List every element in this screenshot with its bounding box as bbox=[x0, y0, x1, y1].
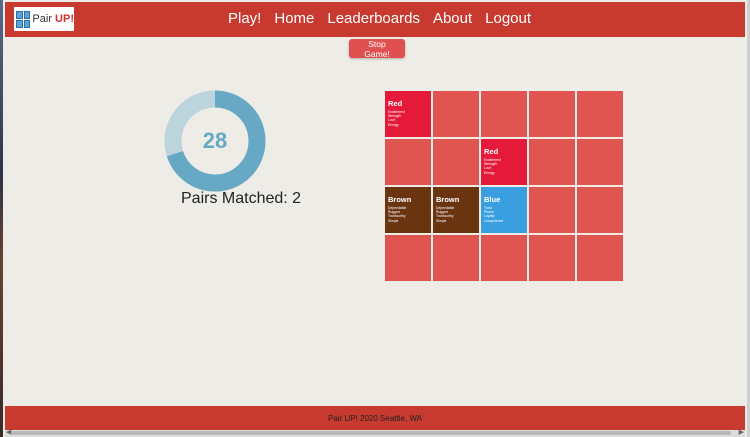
card-revealed[interactable]: Blue Trust Peace Loyalty Competence bbox=[481, 187, 527, 233]
nav-about[interactable]: About bbox=[433, 10, 472, 27]
card-hidden[interactable] bbox=[433, 139, 479, 185]
stop-game-button[interactable]: Stop Game! bbox=[349, 39, 405, 59]
card-hidden[interactable] bbox=[433, 91, 479, 137]
navbar: Pair UP! Play! Home Leaderboards About L… bbox=[5, 2, 745, 37]
card-hidden[interactable] bbox=[577, 91, 623, 137]
browser-window: Pair UP! Play! Home Leaderboards About L… bbox=[3, 0, 747, 437]
card-traits: Excitement Strength Love Energy bbox=[388, 110, 405, 127]
scrollbar-thumb[interactable] bbox=[11, 431, 731, 435]
card-traits: Excitement Strength Love Energy bbox=[484, 158, 501, 175]
card-hidden[interactable] bbox=[577, 139, 623, 185]
card-hidden[interactable] bbox=[481, 235, 527, 281]
card-title: Red bbox=[388, 99, 403, 108]
card-trait: Energy bbox=[388, 122, 399, 127]
scroll-right-icon[interactable]: ▶ bbox=[739, 428, 744, 436]
pairs-matched-label: Pairs Matched: 2 bbox=[181, 190, 302, 207]
card-trait: Simple bbox=[436, 218, 447, 223]
nav-logout[interactable]: Logout bbox=[485, 10, 531, 27]
card-hidden[interactable] bbox=[529, 187, 575, 233]
card-traits: Trust Peace Loyalty Competence bbox=[484, 206, 503, 223]
card-title: Red bbox=[484, 147, 499, 156]
card-hidden[interactable] bbox=[529, 91, 575, 137]
card-trait: Trustworthy bbox=[436, 214, 454, 219]
horizontal-scrollbar[interactable]: ◀ ▶ bbox=[5, 428, 745, 437]
card-hidden[interactable] bbox=[385, 139, 431, 185]
card-hidden[interactable] bbox=[481, 91, 527, 137]
card-traits: Dependable Rugged Trustworthy Simple bbox=[436, 206, 454, 223]
nav-links: Play! Home Leaderboards About Logout bbox=[228, 10, 531, 27]
card-hidden[interactable] bbox=[433, 235, 479, 281]
card-hidden[interactable] bbox=[385, 235, 431, 281]
timer-donut: 28 bbox=[164, 90, 266, 192]
card-title: Blue bbox=[484, 195, 501, 204]
footer-text: Pair UP! 2020 Seattle, WA bbox=[328, 413, 422, 423]
card-trait: Energy bbox=[484, 170, 495, 175]
logo-text: Pair UP! bbox=[32, 13, 74, 25]
game-board: Red Excitement Strength Love Energy Red Excite… bbox=[385, 91, 625, 282]
card-title: Brown bbox=[388, 195, 412, 204]
card-revealed[interactable]: Red Excitement Strength Love Energy bbox=[385, 91, 431, 137]
card-trait: Trustworthy bbox=[388, 214, 406, 219]
card-revealed[interactable]: Brown Dependable Rugged Trustworthy Simple bbox=[385, 187, 431, 233]
card-title: Brown bbox=[436, 195, 460, 204]
card-trait: Competence bbox=[484, 218, 504, 223]
timer-value: 28 bbox=[203, 128, 227, 153]
logo[interactable]: Pair UP! bbox=[14, 7, 74, 31]
card-hidden[interactable] bbox=[577, 235, 623, 281]
logo-icon bbox=[16, 10, 31, 28]
nav-home[interactable]: Home bbox=[274, 10, 314, 27]
card-trait: Simple bbox=[388, 218, 399, 223]
card-hidden[interactable] bbox=[529, 235, 575, 281]
card-traits: Dependable Rugged Trustworthy Simple bbox=[388, 206, 406, 223]
card-hidden[interactable] bbox=[577, 187, 623, 233]
footer: Pair UP! 2020 Seattle, WA bbox=[5, 406, 745, 430]
card-revealed[interactable]: Brown Dependable Rugged Trustworthy Simple bbox=[433, 187, 479, 233]
card-revealed[interactable]: Red Excitement Strength Love Energy bbox=[481, 139, 527, 185]
card-hidden[interactable] bbox=[529, 139, 575, 185]
nav-leaderboards[interactable]: Leaderboards bbox=[327, 10, 420, 27]
nav-play[interactable]: Play! bbox=[228, 10, 261, 27]
